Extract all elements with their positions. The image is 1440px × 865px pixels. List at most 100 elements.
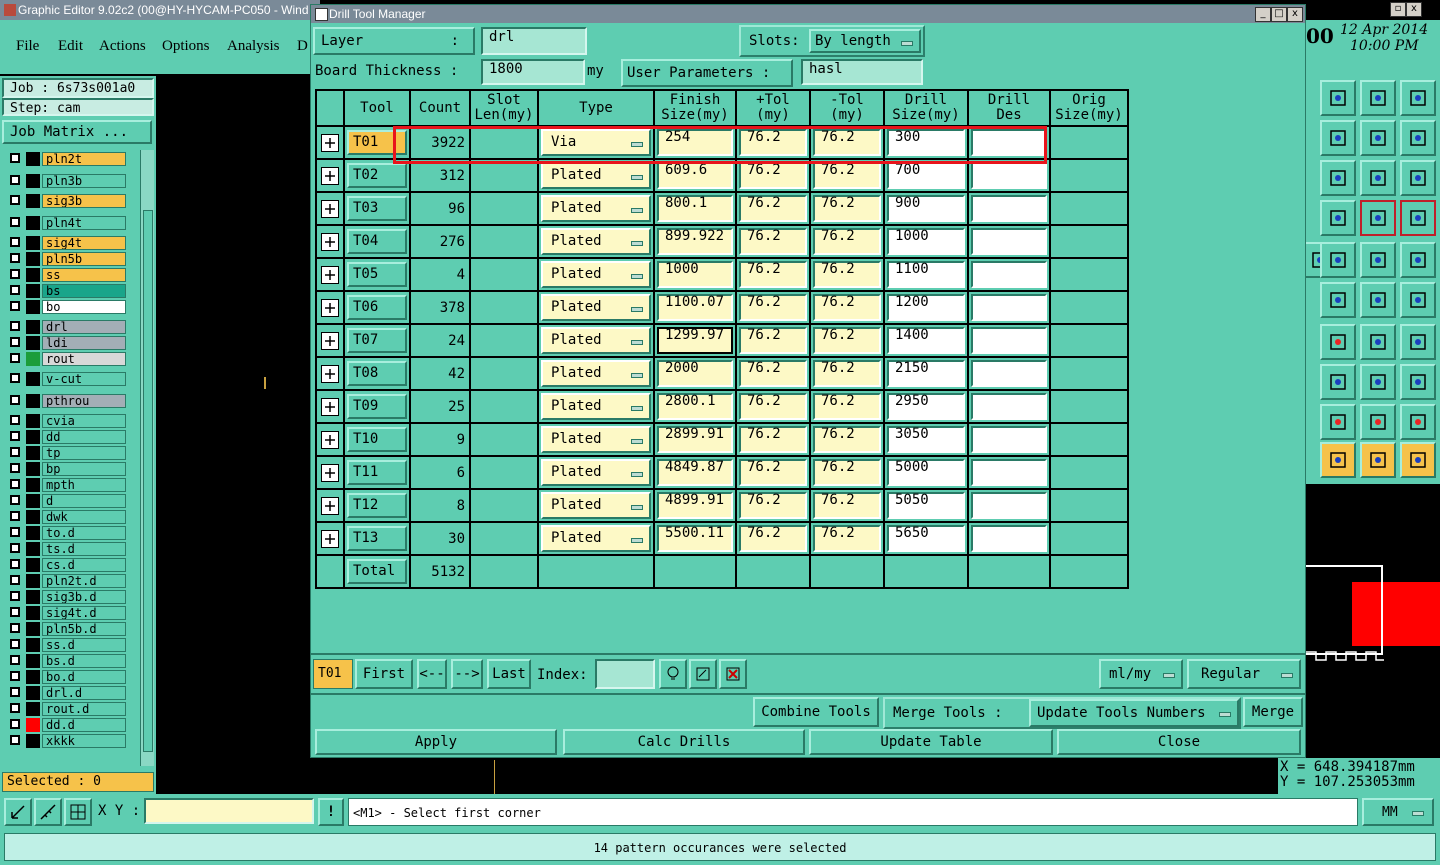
- layer-row[interactable]: ss: [6, 268, 126, 282]
- expand-icon[interactable]: [321, 364, 339, 383]
- job-matrix-button[interactable]: Job Matrix ...: [2, 120, 152, 144]
- layer-checkbox[interactable]: [10, 353, 20, 363]
- layer-row[interactable]: pthrou: [6, 394, 126, 408]
- drill-des-input[interactable]: [971, 327, 1047, 354]
- layer-name[interactable]: bs: [42, 284, 126, 298]
- triangle-icon[interactable]: [1320, 404, 1356, 440]
- layer-checkbox[interactable]: [10, 543, 20, 553]
- zoom-fit-icon[interactable]: [4, 798, 32, 826]
- plus-tol-input[interactable]: 76.2: [739, 393, 807, 420]
- drill-size-input[interactable]: 5050: [887, 492, 965, 519]
- layer-name[interactable]: dd.d: [42, 718, 126, 732]
- scale-icon[interactable]: [1360, 160, 1396, 196]
- mode-dropdown[interactable]: Regular: [1187, 659, 1301, 689]
- expand-icon[interactable]: [321, 397, 339, 416]
- minus-tol-input[interactable]: 76.2: [813, 129, 881, 156]
- layer-name[interactable]: ldi: [42, 336, 126, 350]
- plus-tol-input[interactable]: 76.2: [739, 327, 807, 354]
- dialog-minimize-button[interactable]: _: [1255, 7, 1271, 22]
- warning-icon[interactable]: !: [318, 798, 344, 826]
- layer-checkbox[interactable]: [10, 217, 20, 227]
- refresh-icon[interactable]: [689, 659, 717, 689]
- cut-icon[interactable]: [1320, 364, 1356, 400]
- plus-tol-input[interactable]: 76.2: [739, 525, 807, 552]
- merge-button[interactable]: Merge: [1243, 697, 1303, 727]
- menu-analysis[interactable]: Analysis: [227, 38, 280, 55]
- plus-tol-input[interactable]: 76.2: [739, 459, 807, 486]
- layer-row[interactable]: drl: [6, 320, 126, 334]
- minus-tol-input[interactable]: 76.2: [813, 261, 881, 288]
- drill-size-input[interactable]: 1000: [887, 228, 965, 255]
- minus-tol-input[interactable]: 76.2: [813, 492, 881, 519]
- first-button[interactable]: First: [355, 659, 413, 689]
- tool-button[interactable]: T02: [347, 163, 407, 188]
- layer-row[interactable]: dwk: [6, 510, 126, 524]
- tool-button[interactable]: T05: [347, 262, 407, 287]
- shape-icon[interactable]: [1320, 242, 1356, 278]
- layer-name[interactable]: dd: [42, 430, 126, 444]
- tool-button[interactable]: T09: [347, 394, 407, 419]
- expand-icon[interactable]: [321, 232, 339, 251]
- rotate-icon[interactable]: [1360, 120, 1396, 156]
- units-dropdown[interactable]: ml/my: [1099, 659, 1183, 689]
- finish-size-input[interactable]: 1100.07: [657, 294, 733, 321]
- layer-row[interactable]: sig3b.d: [6, 590, 126, 604]
- layer-row[interactable]: cvia: [6, 414, 126, 428]
- grid-icon[interactable]: [64, 798, 92, 826]
- tool-button[interactable]: T04: [347, 229, 407, 254]
- layer-checkbox[interactable]: [10, 321, 20, 331]
- drill-des-input[interactable]: [971, 228, 1047, 255]
- tool-button[interactable]: T11: [347, 460, 407, 485]
- layer-checkbox[interactable]: [10, 285, 20, 295]
- drill-des-input[interactable]: [971, 261, 1047, 288]
- layer-name[interactable]: rout.d: [42, 702, 126, 716]
- layer-checkbox[interactable]: [10, 373, 20, 383]
- units-select[interactable]: MM: [1362, 798, 1434, 826]
- expand-icon[interactable]: [321, 529, 339, 548]
- layer-checkbox[interactable]: [10, 719, 20, 729]
- layer-checkbox[interactable]: [10, 607, 20, 617]
- drill-size-input[interactable]: 1400: [887, 327, 965, 354]
- layer-row[interactable]: dd.d: [6, 718, 126, 732]
- expand-icon[interactable]: [321, 265, 339, 284]
- layer-row[interactable]: sig4t.d: [6, 606, 126, 620]
- layer-name[interactable]: rout: [42, 352, 126, 366]
- dialog-close-icon[interactable]: x: [1287, 7, 1303, 22]
- pointer-icon[interactable]: [1360, 442, 1396, 478]
- drill-des-input[interactable]: [971, 459, 1047, 486]
- type-select[interactable]: Plated: [541, 228, 651, 255]
- layer-checkbox[interactable]: [10, 237, 20, 247]
- minus-tol-input[interactable]: 76.2: [813, 360, 881, 387]
- apply-button[interactable]: Apply: [315, 729, 557, 755]
- minus-tol-input[interactable]: 76.2: [813, 195, 881, 222]
- expand-icon[interactable]: [321, 199, 339, 218]
- layer-checkbox[interactable]: [10, 153, 20, 163]
- menu-actions[interactable]: Actions: [99, 38, 146, 55]
- layer-row[interactable]: pln3b: [6, 174, 126, 188]
- finish-size-input[interactable]: 800.1: [657, 195, 733, 222]
- slots-select[interactable]: By length: [809, 29, 921, 53]
- drill-size-input[interactable]: 5650: [887, 525, 965, 552]
- drill-size-input[interactable]: 1100: [887, 261, 965, 288]
- pad-icon[interactable]: [1400, 242, 1436, 278]
- save-icon[interactable]: [1320, 80, 1356, 116]
- layer-row[interactable]: bp: [6, 462, 126, 476]
- home-icon[interactable]: [1360, 80, 1396, 116]
- type-select[interactable]: Plated: [541, 195, 651, 222]
- layer-checkbox[interactable]: [10, 495, 20, 505]
- layer-row[interactable]: pln4t: [6, 216, 126, 230]
- minus-tol-input[interactable]: 76.2: [813, 162, 881, 189]
- plus-tol-input[interactable]: 76.2: [739, 129, 807, 156]
- layer-checkbox[interactable]: [10, 655, 20, 665]
- layer-checkbox[interactable]: [10, 415, 20, 425]
- layer-checkbox[interactable]: [10, 687, 20, 697]
- layer-row[interactable]: bs: [6, 284, 126, 298]
- circles-icon[interactable]: [1400, 364, 1436, 400]
- layer-checkbox[interactable]: [10, 301, 20, 311]
- layer-row[interactable]: cs.d: [6, 558, 126, 572]
- layer-checkbox[interactable]: [10, 395, 20, 405]
- layer-checkbox[interactable]: [10, 639, 20, 649]
- layer-checkbox[interactable]: [10, 527, 20, 537]
- combine-tools-button[interactable]: Combine Tools: [753, 697, 879, 727]
- drill-size-input[interactable]: 1200: [887, 294, 965, 321]
